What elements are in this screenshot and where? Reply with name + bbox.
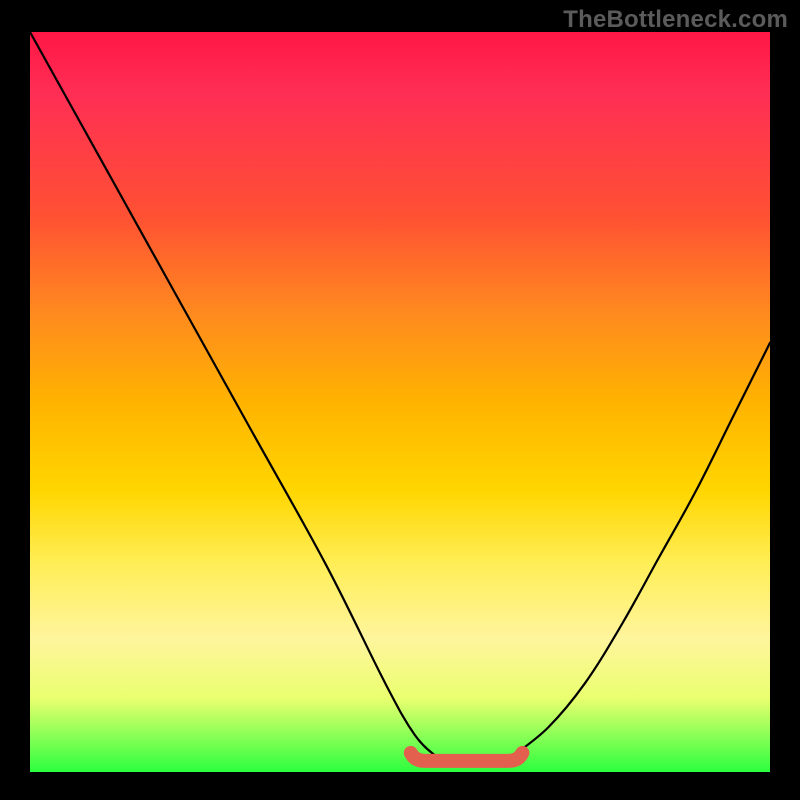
chart-frame: TheBottleneck.com [0, 0, 800, 800]
chart-svg [30, 32, 770, 772]
plot-area [30, 32, 770, 772]
bottleneck-curve-left [30, 32, 437, 757]
bottleneck-curve-right [511, 343, 770, 757]
watermark-text: TheBottleneck.com [563, 6, 788, 34]
optimal-band [411, 753, 523, 761]
